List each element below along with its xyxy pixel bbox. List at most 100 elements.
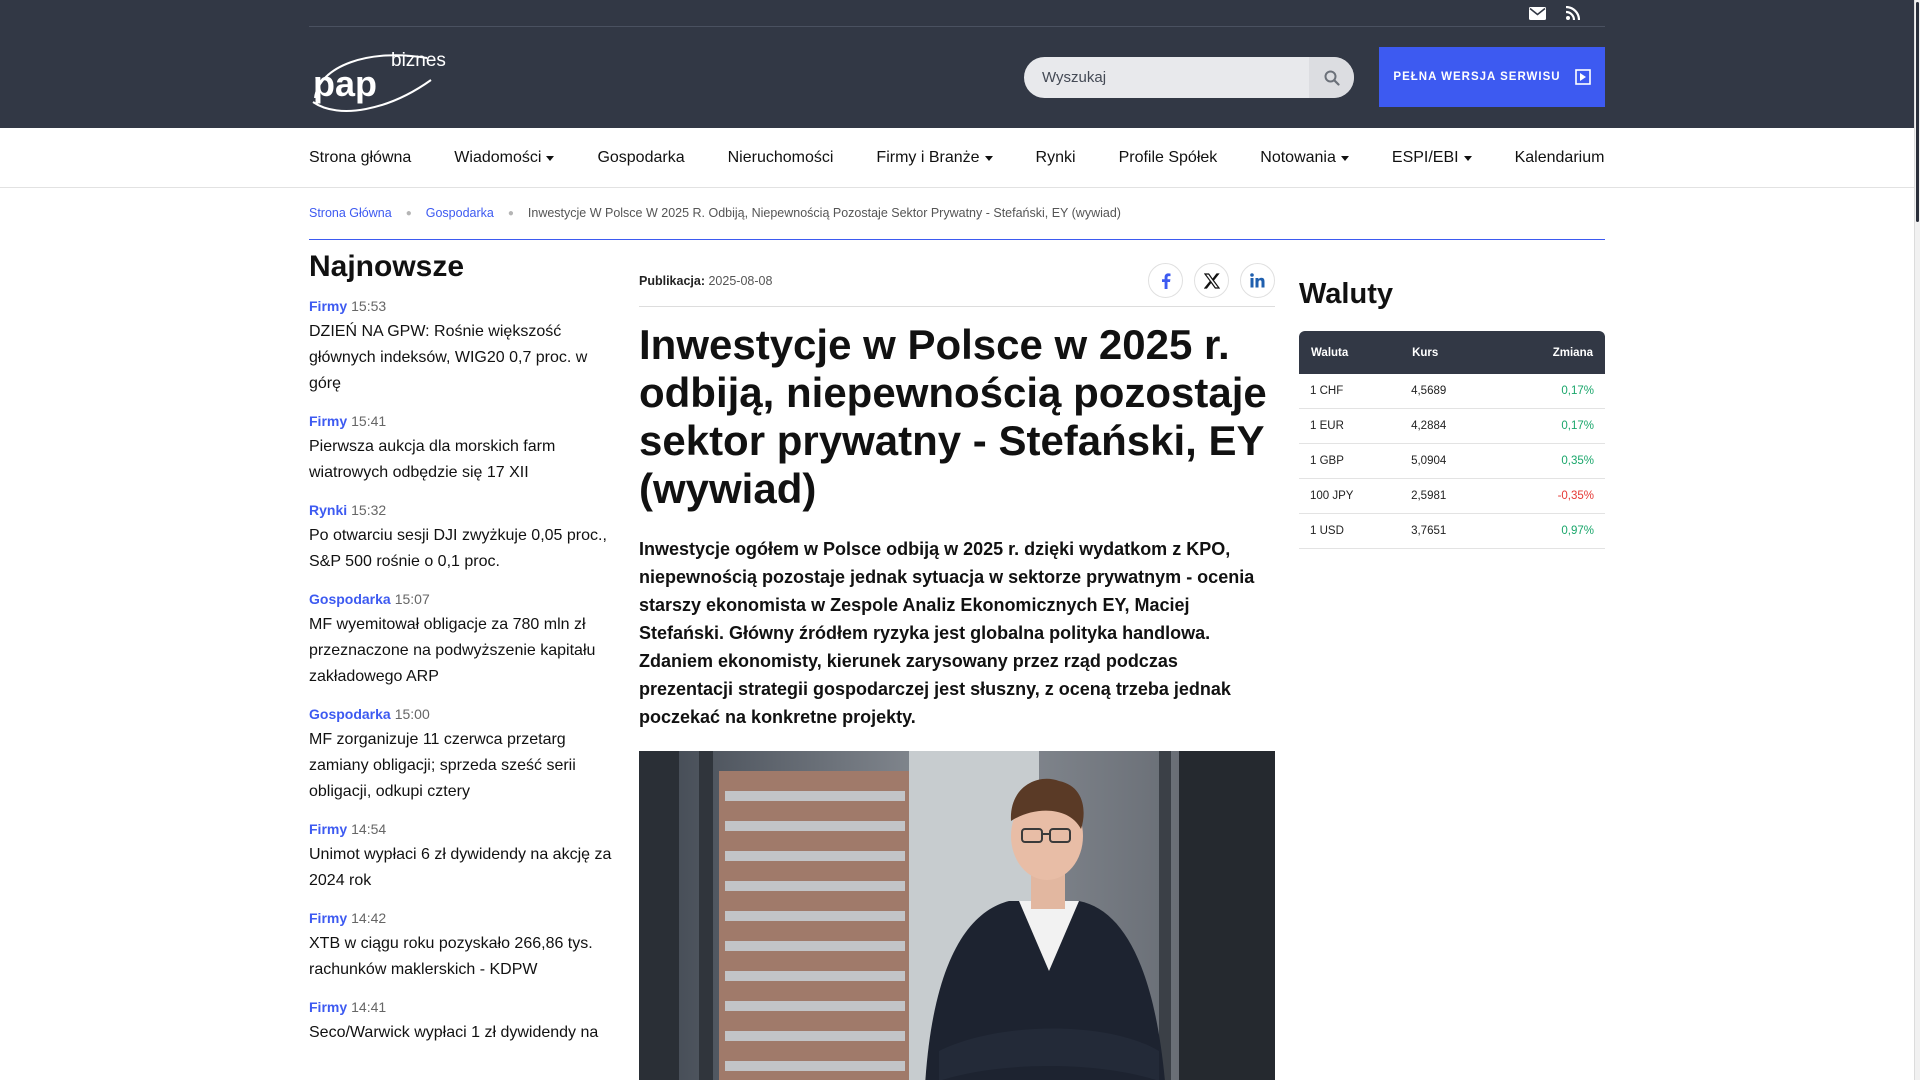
news-title[interactable]: MF wyemitował obligacje za 780 mln zł pr… bbox=[309, 612, 614, 690]
nav-item-profile-spółek[interactable]: Profile Spółek bbox=[1119, 149, 1218, 167]
currency-row[interactable]: 1 EUR 4,2884 0,17% bbox=[1299, 409, 1605, 444]
search-input[interactable] bbox=[1024, 57, 1309, 98]
nav-item-strona-główna[interactable]: Strona główna bbox=[309, 149, 411, 167]
news-time: 15:32 bbox=[351, 502, 387, 518]
latest-heading: Najnowsze bbox=[309, 250, 465, 283]
nav-item-notowania[interactable]: Notowania bbox=[1260, 149, 1349, 167]
mail-icon[interactable] bbox=[1528, 4, 1546, 22]
site-header: pap biznes PEŁNA WERSJA SERWISU bbox=[0, 0, 1914, 128]
currency-rate: 4,5689 bbox=[1400, 374, 1486, 409]
nav-item-label: Profile Spółek bbox=[1118, 149, 1218, 166]
news-time: 14:42 bbox=[351, 910, 387, 926]
currency-row[interactable]: 1 CHF 4,5689 0,17% bbox=[1299, 374, 1605, 409]
column-header: Kurs bbox=[1400, 331, 1486, 374]
main-nav: Strona główna Wiadomości Gospodarka Nieruch… bbox=[0, 128, 1914, 188]
header-divider bbox=[309, 26, 1605, 27]
nav-item-espi-ebi[interactable]: ESPI/EBI bbox=[1392, 149, 1472, 167]
currency-rate: 5,0904 bbox=[1400, 444, 1486, 479]
news-time: 15:41 bbox=[351, 413, 387, 429]
nav-item-kalendarium[interactable]: Kalendarium bbox=[1515, 149, 1605, 167]
x-icon bbox=[1203, 272, 1220, 289]
share-buttons bbox=[1148, 263, 1275, 298]
page: pap biznes PEŁNA WERSJA SERWISU Strona g… bbox=[0, 0, 1920, 1080]
currency-row[interactable]: 1 USD 3,7651 0,97% bbox=[1299, 514, 1605, 549]
breadcrumb-current: Inwestycje W Polsce W 2025 R. Odbiją, Ni… bbox=[527, 206, 1121, 220]
news-item[interactable]: Firmy 15:41 Pierwsza aukcja dla morskich f… bbox=[309, 413, 614, 486]
linkedin-icon bbox=[1250, 273, 1265, 288]
nav-item-label: Gospodarka bbox=[597, 149, 685, 166]
top-icons bbox=[1528, 4, 1582, 22]
news-category[interactable]: Gospodarka bbox=[309, 706, 391, 722]
news-title[interactable]: Seco/Warwick wypłaci 1 zł dywidendy na bbox=[309, 1020, 614, 1046]
article-photo bbox=[639, 751, 1275, 1080]
caret-down-icon bbox=[1340, 155, 1349, 161]
news-item[interactable]: Gospodarka 15:07 MF wyemitował obligacje z… bbox=[309, 591, 614, 690]
rss-icon[interactable] bbox=[1564, 4, 1582, 22]
news-category[interactable]: Firmy bbox=[309, 821, 347, 837]
breadcrumb-home[interactable]: Strona Główna bbox=[309, 206, 392, 220]
news-title[interactable]: Unimot wypłaci 6 zł dywidendy na akcję z… bbox=[309, 842, 614, 894]
news-meta: Rynki 15:32 bbox=[309, 502, 614, 518]
news-title[interactable]: Pierwsza aukcja dla morskich farm wiatro… bbox=[309, 434, 614, 486]
currencies-widget: Waluty Waluta Kurs Zmiana 1 CHF 4,5689 0,1… bbox=[1299, 278, 1605, 549]
publication-row: Publikacja: 2025-08-08 bbox=[639, 255, 1275, 307]
currency-change: 0,17% bbox=[1485, 374, 1605, 409]
news-title[interactable]: XTB w ciągu roku pozyskało 266,86 tys. r… bbox=[309, 931, 614, 983]
nav-item-label: Firmy i Branże bbox=[876, 149, 980, 166]
news-time: 14:54 bbox=[351, 821, 387, 837]
news-category[interactable]: Gospodarka bbox=[309, 591, 391, 607]
nav-item-rynki[interactable]: Rynki bbox=[1036, 149, 1076, 167]
news-time: 15:00 bbox=[394, 706, 430, 722]
news-meta: Firmy 14:42 bbox=[309, 910, 614, 926]
news-item[interactable]: Firmy 15:53 DZIEŃ NA GPW: Rośnie większość… bbox=[309, 298, 614, 397]
caret-down-icon bbox=[1463, 155, 1472, 161]
share-x-button[interactable] bbox=[1194, 263, 1229, 298]
logo-top-text: biznes bbox=[391, 50, 446, 71]
news-category[interactable]: Firmy bbox=[309, 298, 347, 314]
currencies-heading: Waluty bbox=[1299, 278, 1393, 310]
news-item[interactable]: Firmy 14:41 Seco/Warwick wypłaci 1 zł dywi… bbox=[309, 999, 614, 1046]
caret-down-icon bbox=[984, 155, 993, 161]
breadcrumb-section[interactable]: Gospodarka bbox=[426, 206, 494, 220]
nav-item-wiadomości[interactable]: Wiadomości bbox=[454, 149, 555, 167]
search-box bbox=[1024, 57, 1354, 98]
breadcrumb-separator: ● bbox=[405, 208, 412, 219]
caret-down-icon bbox=[546, 155, 555, 161]
news-item[interactable]: Firmy 14:42 XTB w ciągu roku pozyskało 266… bbox=[309, 910, 614, 983]
currency-name: 1 CHF bbox=[1299, 374, 1401, 409]
news-item[interactable]: Rynki 15:32 Po otwarciu sesji DJI zwyżkuje… bbox=[309, 502, 614, 575]
news-title[interactable]: DZIEŃ NA GPW: Rośnie większość głównych … bbox=[309, 319, 614, 397]
nav-list: Strona główna Wiadomości Gospodarka Nieruch… bbox=[309, 128, 1647, 188]
nav-item-nieruchomości[interactable]: Nieruchomości bbox=[728, 149, 834, 167]
news-time: 15:53 bbox=[351, 298, 387, 314]
currency-change: 0,97% bbox=[1485, 514, 1605, 549]
news-category[interactable]: Firmy bbox=[309, 910, 347, 926]
latest-news: Najnowsze Firmy 15:53 DZIEŃ NA GPW: Rośnie… bbox=[309, 250, 614, 1062]
currency-name: 1 USD bbox=[1299, 514, 1401, 549]
currency-name: 100 JPY bbox=[1299, 479, 1401, 514]
full-version-button[interactable]: PEŁNA WERSJA SERWISU bbox=[1379, 47, 1605, 107]
currency-row[interactable]: 100 JPY 2,5981 -0,35% bbox=[1299, 479, 1605, 514]
news-category[interactable]: Firmy bbox=[309, 413, 347, 429]
nav-item-gospodarka[interactable]: Gospodarka bbox=[597, 149, 684, 167]
news-category[interactable]: Firmy bbox=[309, 999, 347, 1015]
news-category[interactable]: Rynki bbox=[309, 502, 347, 518]
nav-item-label: Nieruchomości bbox=[727, 149, 834, 166]
news-title[interactable]: MF zorganizuje 11 czerwca przetarg zamia… bbox=[309, 727, 614, 805]
share-linkedin-button[interactable] bbox=[1240, 263, 1275, 298]
nav-item-label: Rynki bbox=[1035, 149, 1076, 166]
search-button[interactable] bbox=[1309, 57, 1354, 98]
currency-row[interactable]: 1 GBP 5,0904 0,35% bbox=[1299, 444, 1605, 479]
pap-biznes-logo[interactable]: pap biznes bbox=[309, 40, 449, 116]
nav-item-firmy-i-branże[interactable]: Firmy i Branże bbox=[876, 149, 993, 167]
publication-date: 2025-08-08 bbox=[708, 273, 773, 288]
news-title[interactable]: Po otwarciu sesji DJI zwyżkuje 0,05 proc… bbox=[309, 523, 614, 575]
news-item[interactable]: Gospodarka 15:00 MF zorganizuje 11 czerwca… bbox=[309, 706, 614, 805]
share-facebook-button[interactable] bbox=[1148, 263, 1183, 298]
currency-rate: 2,5981 bbox=[1400, 479, 1486, 514]
scrollbar-thumb[interactable] bbox=[1916, 2, 1919, 222]
latest-list: Firmy 15:53 DZIEŃ NA GPW: Rośnie większość… bbox=[309, 298, 614, 1046]
nav-item-label: Notowania bbox=[1260, 149, 1336, 166]
news-item[interactable]: Firmy 14:54 Unimot wypłaci 6 zł dywidendy … bbox=[309, 821, 614, 894]
page-scrollbar[interactable] bbox=[1914, 0, 1920, 1080]
